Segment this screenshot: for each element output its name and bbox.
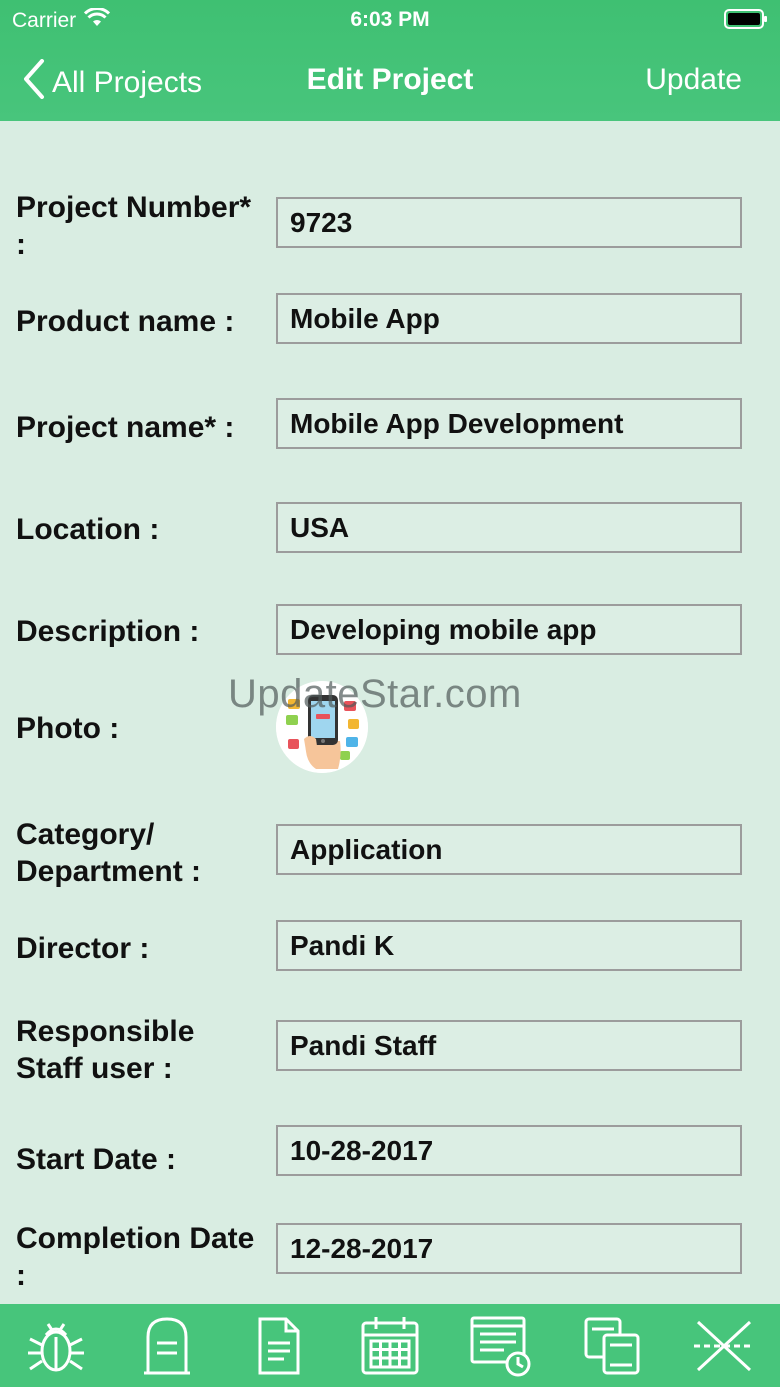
update-button[interactable]: Update — [645, 63, 742, 97]
document-icon — [258, 1317, 300, 1374]
category-field[interactable]: Application — [276, 824, 742, 875]
project-name-label: Project name* : — [16, 411, 235, 444]
director-label: Director : — [16, 932, 150, 965]
completion-date-label: Completion Date : — [16, 1222, 255, 1292]
status-bar: Carrier 6:03 PM — [0, 0, 780, 40]
app-header: Carrier 6:03 PM All Projects Edit Projec… — [0, 0, 780, 121]
tab-copy[interactable] — [578, 1311, 648, 1381]
category-label: Category/ Department : — [16, 818, 202, 888]
project-number-label: Project Number* : — [16, 191, 252, 261]
start-date-label: Start Date : — [16, 1143, 177, 1176]
tab-mailbox[interactable] — [132, 1311, 202, 1381]
project-number-field[interactable]: 9723 — [276, 197, 742, 248]
location-label: Location : — [16, 513, 160, 546]
start-date-field[interactable]: 10-28-2017 — [276, 1125, 742, 1176]
location-field[interactable]: USA — [276, 502, 742, 553]
description-field[interactable]: Developing mobile app — [276, 604, 742, 655]
mailbox-icon — [144, 1316, 191, 1374]
watermark: UpdateStar.com — [228, 672, 522, 716]
navigation-bar: All Projects Edit Project Update — [0, 55, 780, 105]
staff-field[interactable]: Pandi Staff — [276, 1020, 742, 1071]
director-field[interactable]: Pandi K — [276, 920, 742, 971]
staff-label: Responsible Staff user : — [16, 1015, 195, 1085]
tab-calendar[interactable] — [355, 1311, 425, 1381]
tab-report[interactable] — [466, 1311, 536, 1381]
completion-date-field[interactable]: 12-28-2017 — [276, 1223, 742, 1274]
battery-icon — [724, 9, 768, 29]
status-time: 6:03 PM — [350, 8, 430, 31]
tab-cancel[interactable] — [689, 1311, 759, 1381]
copy-icon — [584, 1317, 640, 1374]
report-clock-icon — [470, 1316, 531, 1376]
bug-icon — [27, 1322, 84, 1371]
project-name-field[interactable]: Mobile App Development — [276, 398, 742, 449]
cancel-icon — [694, 1320, 755, 1371]
edit-project-form: Project Number* : 9723 Product name : Mo… — [0, 121, 780, 1304]
description-label: Description : — [16, 615, 200, 648]
product-name-field[interactable]: Mobile App — [276, 293, 742, 344]
tab-bug[interactable] — [21, 1311, 91, 1381]
bottom-tab-bar — [0, 1304, 780, 1387]
product-name-label: Product name : — [16, 305, 235, 338]
tab-document[interactable] — [244, 1311, 314, 1381]
calendar-icon — [361, 1316, 419, 1374]
